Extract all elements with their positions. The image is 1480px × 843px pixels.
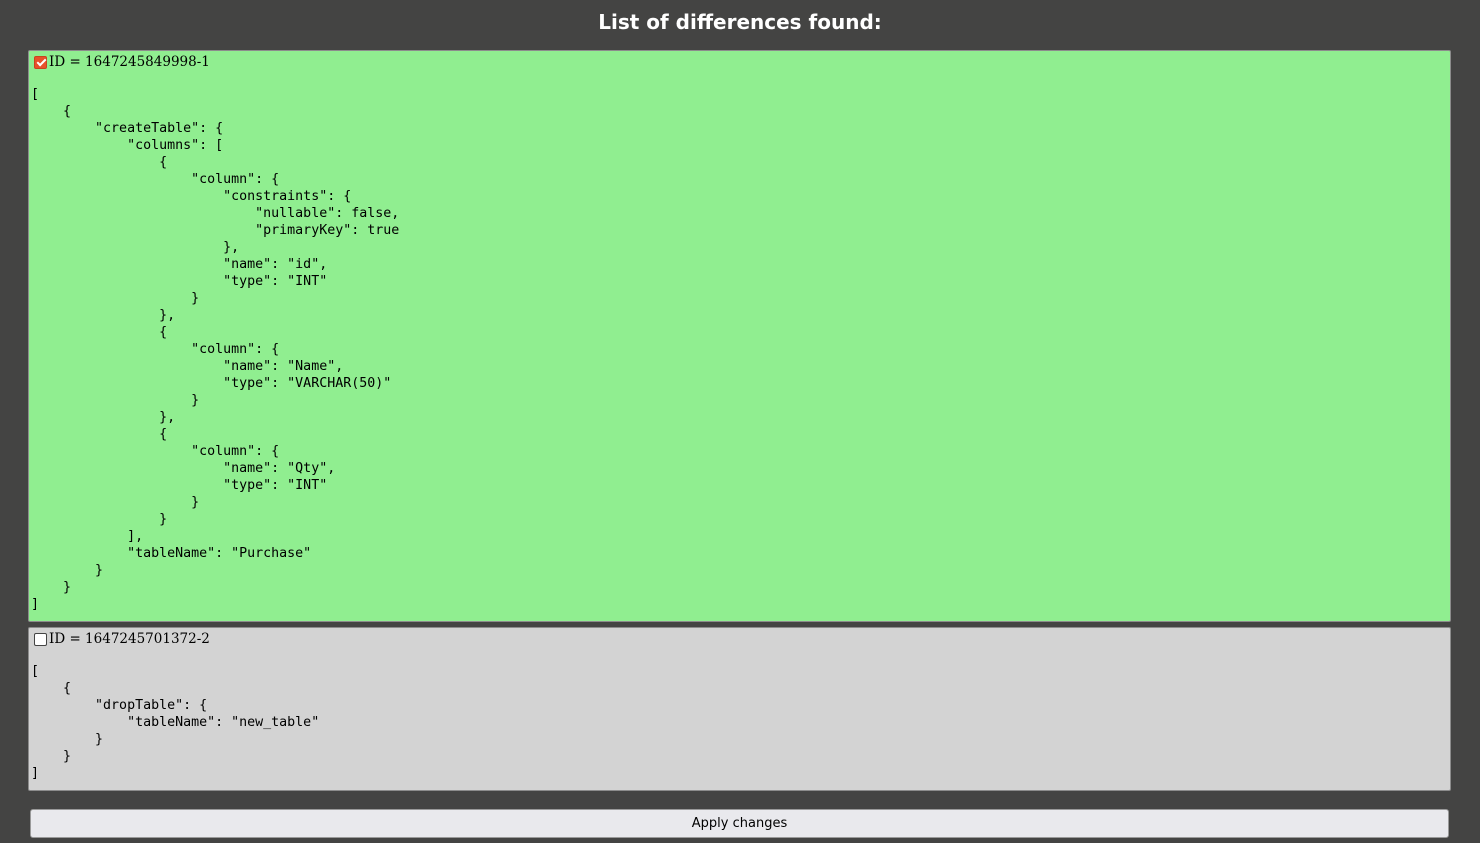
diff-json-content: [ { "createTable": { "columns": [ { "col… [31, 87, 400, 612]
diff-json-content: [ { "dropTable": { "tableName": "new_tab… [31, 664, 320, 781]
diff-header: ID = 1647245701372-2 [31, 630, 1450, 648]
differences-list: ID = 1647245849998-1 [ { "createTable": … [28, 50, 1451, 796]
diff-item: ID = 1647245701372-2 [ { "dropTable": { … [28, 627, 1451, 791]
select-diff-checkbox[interactable] [34, 55, 47, 69]
select-diff-checkbox[interactable] [34, 632, 47, 646]
diff-id-label: ID = 1647245701372-2 [49, 631, 210, 647]
diff-item: ID = 1647245849998-1 [ { "createTable": … [28, 50, 1451, 622]
page-title: List of differences found: [598, 10, 882, 34]
diff-id-label: ID = 1647245849998-1 [49, 54, 210, 70]
diff-header: ID = 1647245849998-1 [31, 53, 1450, 71]
apply-changes-button[interactable]: Apply changes [30, 809, 1449, 838]
